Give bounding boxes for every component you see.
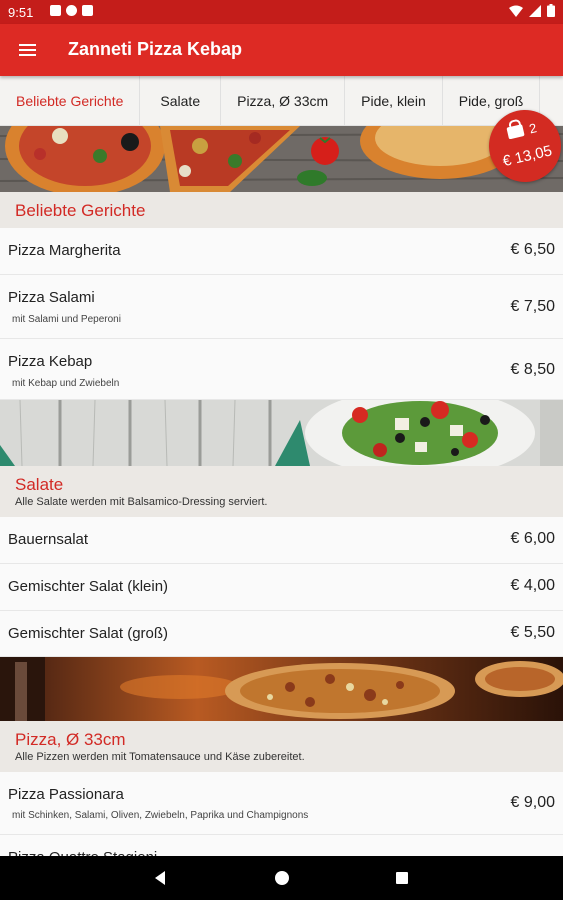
home-icon[interactable] [272, 868, 292, 888]
banner-image-popular [0, 126, 563, 192]
shopping-bag-icon [506, 124, 525, 140]
notification-icon [66, 5, 77, 16]
menu-item[interactable]: Pizza Kebap mit Kebap und Zwiebeln € 8,5… [0, 339, 563, 400]
battery-icon [547, 4, 555, 17]
menu-item[interactable]: Pizza Salami mit Salami und Peperoni € 7… [0, 275, 563, 339]
category-tabs: Beliebte Gerichte Salate Pizza, Ø 33cm P… [0, 76, 563, 126]
app-title: Zanneti Pizza Kebap [68, 39, 243, 59]
item-name: Pizza Kebap [8, 353, 93, 370]
item-price: € 6,00 [510, 530, 555, 547]
recent-apps-icon[interactable] [392, 868, 412, 888]
item-name: Pizza Passionara [8, 786, 124, 803]
tab-beliebte-gerichte[interactable]: Beliebte Gerichte [0, 76, 141, 125]
item-name: Pizza Salami [8, 289, 95, 306]
section-description: Alle Salate werden mit Balsamico-Dressin… [15, 496, 268, 508]
status-bar: 9:51 [0, 0, 563, 24]
tab-pide-klein[interactable]: Pide, klein [345, 76, 443, 125]
status-time: 9:51 [8, 5, 34, 20]
section-description: Alle Pizzen werden mit Tomatensauce und … [15, 751, 305, 763]
status-right-icons [509, 4, 555, 17]
notification-icon [50, 5, 61, 16]
item-price: € 9,00 [510, 794, 555, 811]
item-price: € 7,50 [510, 298, 555, 315]
menu-item[interactable]: Pizza Passionara mit Schinken, Salami, O… [0, 772, 563, 835]
cart-total: € 13,05 [501, 142, 554, 171]
menu-item[interactable]: Gemischter Salat (klein) € 4,00 [0, 564, 563, 611]
section-header-pizza: Pizza, Ø 33cm Alle Pizzen werden mit Tom… [0, 721, 563, 772]
item-price: € 6,50 [510, 241, 555, 258]
system-navigation-bar [0, 856, 563, 900]
section-header-salate: Salate Alle Salate werden mit Balsamico-… [0, 466, 563, 517]
item-name: Gemischter Salat (klein) [8, 578, 169, 595]
tab-salate[interactable]: Salate [140, 76, 222, 125]
tab-pizza[interactable]: Pizza, Ø 33cm [221, 76, 346, 125]
item-price: € 8,50 [510, 361, 555, 378]
hamburger-menu-icon[interactable] [10, 36, 44, 64]
item-name: Gemischter Salat (groß) [8, 625, 169, 642]
section-header-beliebte-gerichte: Beliebte Gerichte [0, 192, 563, 228]
banner-image-salads [0, 400, 563, 466]
item-price: € 4,00 [510, 577, 555, 594]
notification-icon [82, 5, 93, 16]
menu-item[interactable]: Bauernsalat € 6,00 [0, 517, 563, 564]
back-icon[interactable] [150, 868, 170, 888]
banner-image-pizza [0, 657, 563, 721]
item-description: mit Kebap und Zwiebeln [12, 378, 120, 389]
item-description: mit Salami und Peperoni [12, 314, 121, 325]
item-name: Bauernsalat [8, 531, 89, 548]
cellular-icon [529, 4, 541, 17]
menu-item[interactable]: Gemischter Salat (groß) € 5,50 [0, 611, 563, 657]
section-title: Salate [15, 475, 64, 494]
item-price: € 5,50 [510, 624, 555, 641]
item-name: Pizza Margherita [8, 242, 121, 259]
section-title: Pizza, Ø 33cm [15, 730, 126, 749]
cart-count: 2 [527, 120, 539, 137]
notification-icons [50, 5, 93, 16]
menu-item[interactable]: Pizza Margherita € 6,50 [0, 228, 563, 275]
app-bar: Zanneti Pizza Kebap [0, 24, 563, 76]
section-title: Beliebte Gerichte [15, 201, 146, 220]
wifi-icon [509, 5, 523, 17]
item-description: mit Schinken, Salami, Oliven, Zwiebeln, … [12, 810, 309, 821]
